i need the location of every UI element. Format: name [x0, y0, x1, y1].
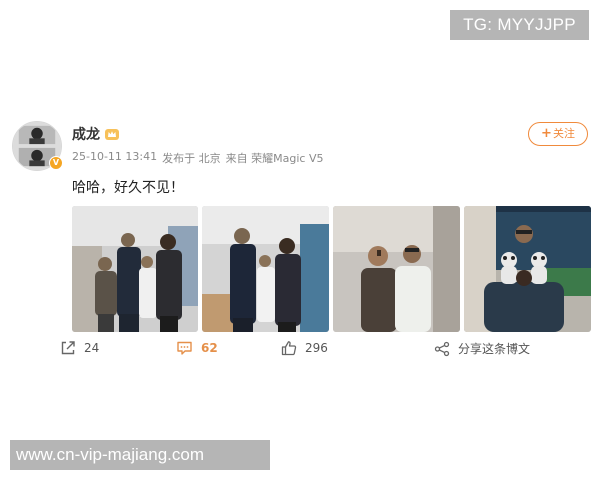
follow-button[interactable]: +关注: [528, 122, 588, 146]
repost-icon: [61, 341, 75, 355]
comment-icon: [177, 341, 192, 355]
post-datetime: 25-10-11 13:41: [72, 150, 158, 163]
watermark-bottom: www.cn-vip-majiang.com: [10, 440, 270, 470]
share-icon: [434, 341, 450, 356]
crown-icon: [105, 129, 119, 140]
action-bar: 24 62 296 分享这条博文: [60, 340, 600, 364]
share-button[interactable]: 分享这条博文: [434, 340, 530, 357]
watermark-top: TG: MYYJJPP: [450, 10, 589, 40]
follow-label: 关注: [552, 127, 575, 140]
photo-4[interactable]: [464, 206, 591, 332]
repost-button[interactable]: 24: [60, 340, 99, 356]
photo-3[interactable]: [333, 206, 460, 332]
thumbs-up-icon: [281, 341, 297, 356]
photo-1[interactable]: [72, 206, 198, 332]
comment-button[interactable]: 62: [176, 340, 218, 356]
post-source: 来自 荣耀Magic V5: [225, 152, 324, 165]
like-button[interactable]: 296: [281, 340, 328, 356]
like-count: 296: [305, 341, 328, 355]
post-meta: 25-10-11 13:41 发布于 北京 来自 荣耀Magic V5: [72, 150, 323, 166]
repost-count: 24: [84, 341, 100, 355]
author-avatar[interactable]: V: [12, 121, 63, 171]
comment-count: 62: [201, 341, 218, 355]
author-name-row: 成龙: [72, 124, 120, 144]
photo-2[interactable]: [202, 206, 329, 332]
share-label: 分享这条博文: [458, 342, 531, 356]
post-text: 哈哈，好久不见！: [72, 180, 184, 196]
post-location: 发布于 北京: [162, 152, 221, 165]
verified-v-icon: V: [49, 156, 63, 170]
plus-icon: +: [541, 126, 552, 141]
author-name[interactable]: 成龙: [72, 124, 100, 144]
